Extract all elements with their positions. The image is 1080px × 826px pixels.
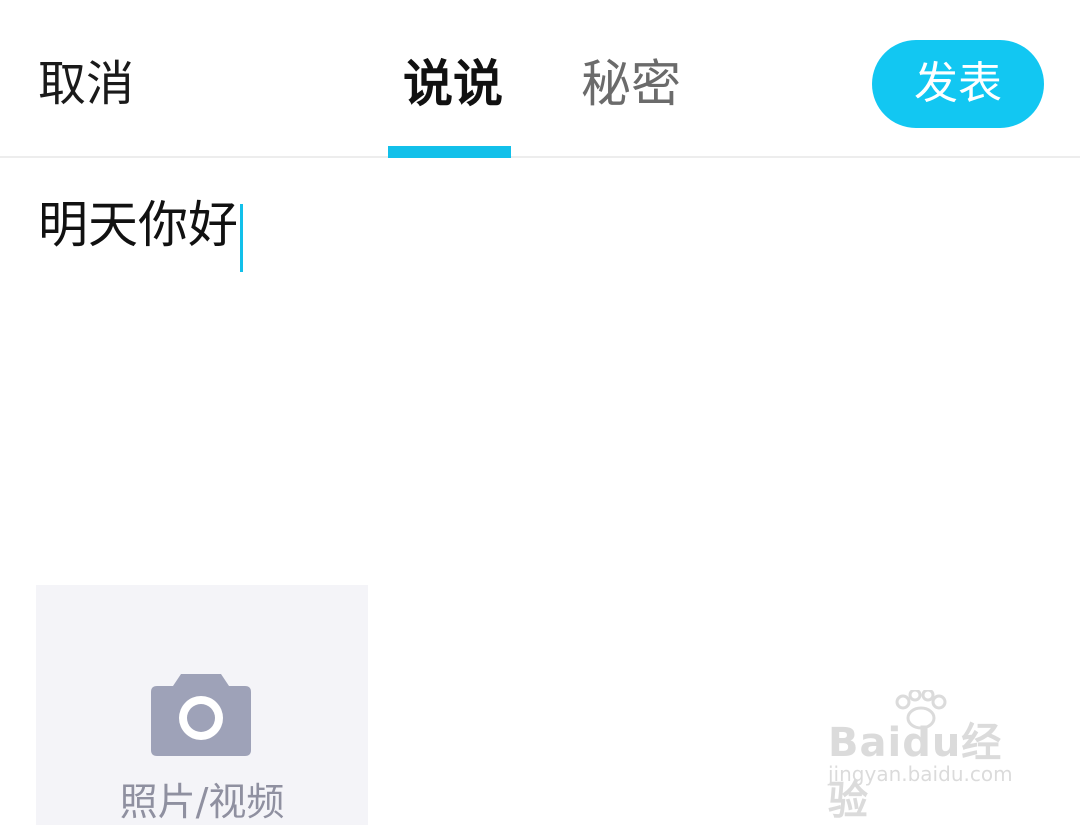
top-bar: 取消 说说 秘密 发表 (0, 0, 1080, 158)
text-caret (240, 203, 243, 272)
photo-video-label: 照片/视频 (119, 780, 285, 824)
post-text-input[interactable]: 明天你好 (38, 190, 1038, 272)
cancel-button[interactable]: 取消 (38, 54, 134, 114)
camera-icon (151, 674, 251, 756)
post-text: 明天你好 (38, 196, 238, 254)
tab-secret[interactable]: 秘密 (581, 54, 681, 114)
publish-button[interactable]: 发表 (872, 40, 1044, 128)
tab-shuoshuo[interactable]: 说说 (403, 54, 503, 114)
add-photo-video-button[interactable]: 照片/视频 (36, 585, 368, 825)
baidu-watermark: Baidu经验 jingyan.baidu.com (828, 690, 1028, 824)
watermark-url: jingyan.baidu.com (828, 762, 1013, 786)
active-tab-indicator (388, 146, 511, 158)
